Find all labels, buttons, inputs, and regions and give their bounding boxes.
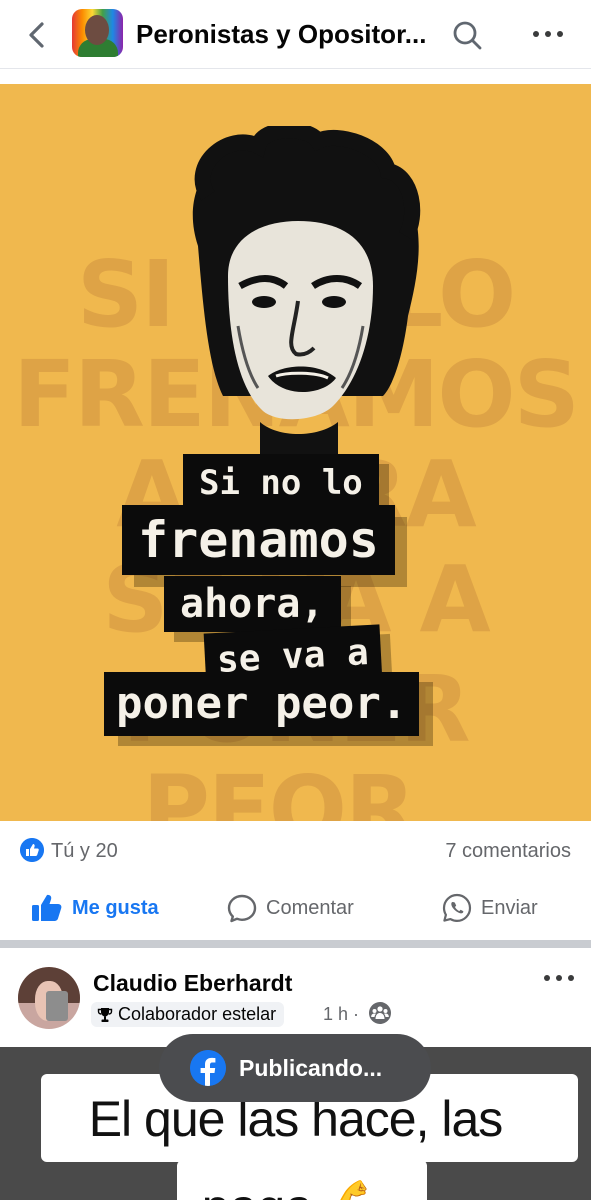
back-chevron-icon[interactable] xyxy=(22,18,52,52)
send-button[interactable]: Enviar xyxy=(441,880,538,936)
more-options-icon[interactable] xyxy=(530,22,566,46)
thumbs-up-icon xyxy=(32,894,62,921)
send-button-label: Enviar xyxy=(481,896,538,919)
post-more-options-icon[interactable] xyxy=(542,970,576,986)
reactions-count[interactable]: Tú y 20 xyxy=(51,840,118,863)
group-audience-icon xyxy=(369,1002,391,1024)
portrait-illustration xyxy=(192,126,421,456)
author-avatar[interactable] xyxy=(18,967,80,1029)
caption-line-2: paga 💪 xyxy=(0,1178,591,1200)
comments-count[interactable]: 7 comentarios xyxy=(445,840,571,863)
comment-bubble-icon xyxy=(227,894,257,923)
post-separator xyxy=(0,940,591,948)
badge-label: Colaborador estelar xyxy=(118,1004,277,1024)
whatsapp-icon xyxy=(442,893,472,922)
comment-button-label: Comentar xyxy=(266,896,354,919)
reactions-row: Tú y 20 7 comentarios xyxy=(0,836,591,866)
post-actions: Me gusta Comentar Enviar xyxy=(0,880,591,936)
post-image[interactable]: SI NO LO FRENAMOS AHORA SE VA A PONER PE… xyxy=(0,84,591,821)
group-avatar[interactable] xyxy=(72,9,123,57)
like-reaction-icon[interactable] xyxy=(20,838,44,862)
group-title[interactable]: Peronistas y Opositor... xyxy=(136,19,426,50)
author-name[interactable]: Claudio Eberhardt xyxy=(93,970,292,997)
poster-text-line-1: Si no lo xyxy=(183,454,379,512)
trophy-icon xyxy=(97,1007,113,1022)
poster-text-line-2: frenamos xyxy=(122,505,395,575)
like-button-label: Me gusta xyxy=(72,896,159,919)
like-button[interactable]: Me gusta xyxy=(30,880,159,936)
toast-text: Publicando... xyxy=(239,1055,383,1081)
comment-button[interactable]: Comentar xyxy=(226,880,354,936)
poster-text-line-5: poner peor. xyxy=(104,672,420,736)
search-icon[interactable] xyxy=(451,19,483,51)
contributor-badge[interactable]: Colaborador estelar xyxy=(91,1002,285,1027)
publishing-toast: Publicando... xyxy=(159,1034,431,1102)
top-bar: Peronistas y Opositor... xyxy=(0,0,591,69)
poster-text-line-3: ahora, xyxy=(164,576,341,632)
facebook-logo-icon xyxy=(190,1050,226,1086)
post-time[interactable]: 1 h · xyxy=(323,1004,359,1025)
